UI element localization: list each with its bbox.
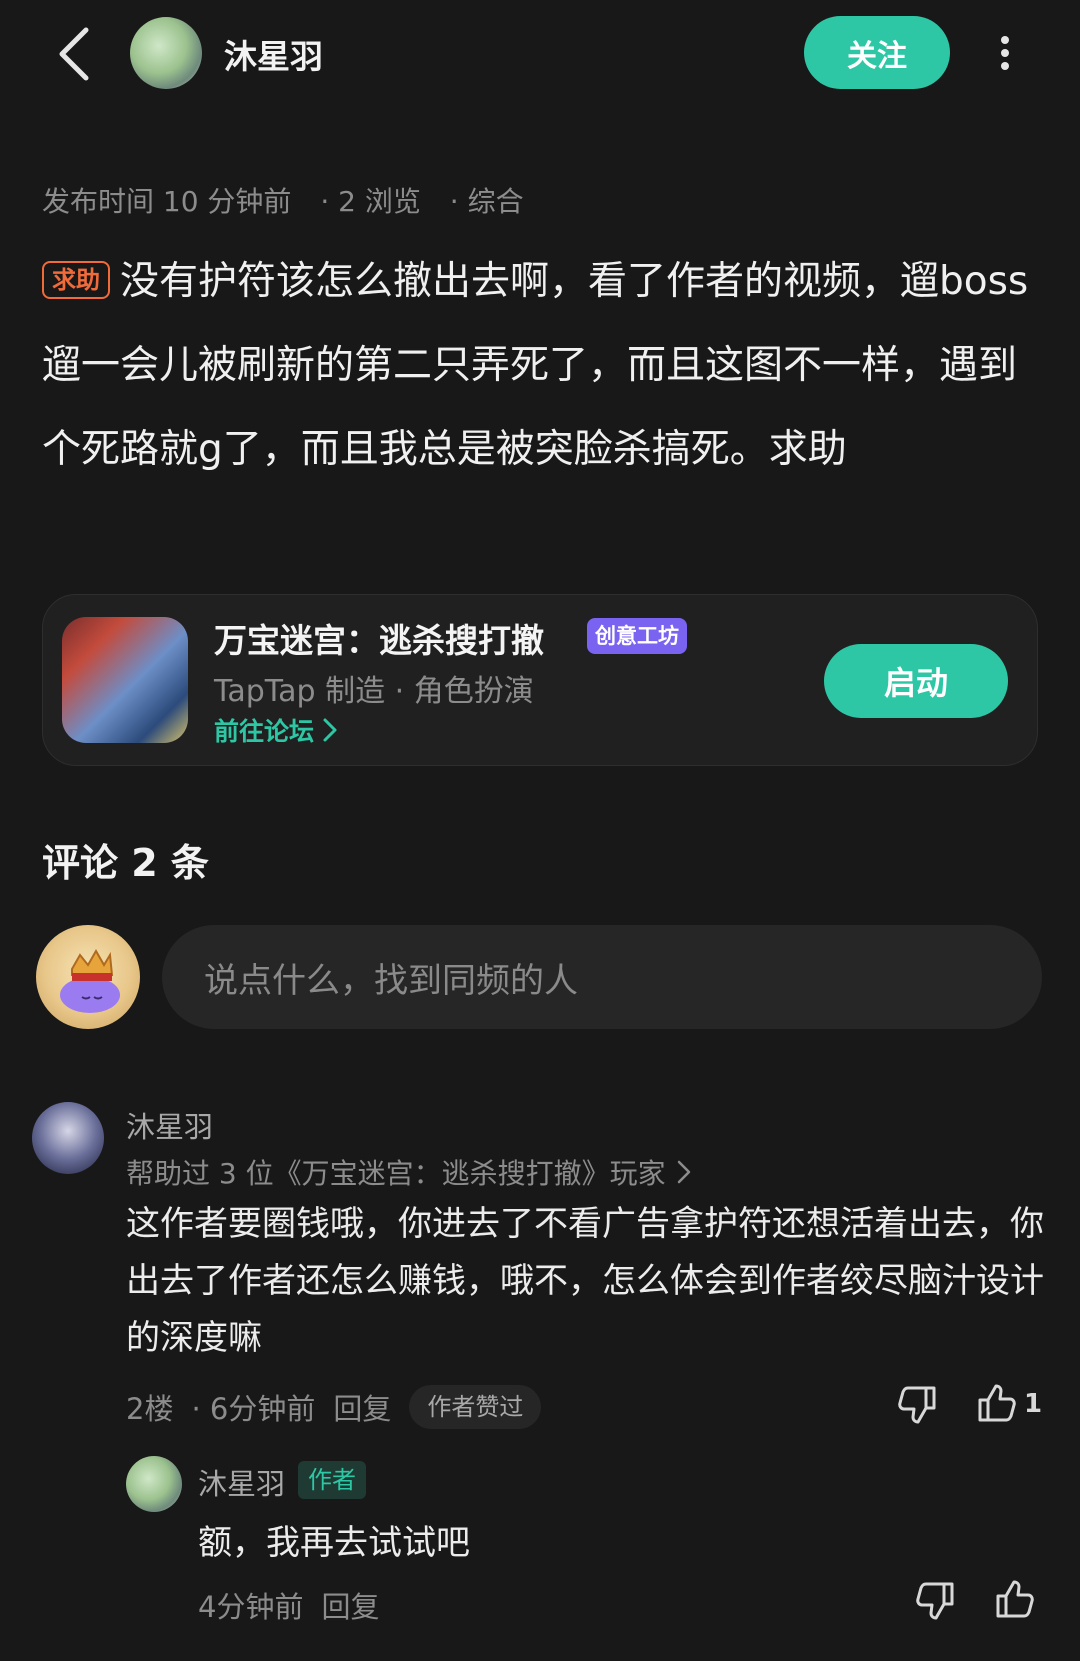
reply-time: 4分钟前 <box>198 1590 304 1624</box>
reply-like-button[interactable] <box>992 1576 1038 1622</box>
commenter-avatar[interactable] <box>32 1102 104 1174</box>
reply-dislike-button[interactable] <box>912 1578 958 1624</box>
view-count: · 2 浏览 <box>320 185 421 218</box>
more-vertical-icon <box>1001 36 1009 44</box>
dislike-button[interactable] <box>894 1382 940 1428</box>
comments-title: 评论 2 条 <box>42 841 209 885</box>
comment-floor: 2楼 <box>126 1392 174 1426</box>
back-button[interactable] <box>52 22 102 86</box>
comment-time: · 6分钟前 <box>191 1392 316 1426</box>
follow-button[interactable]: 关注 <box>804 16 950 89</box>
author-name[interactable]: 沐星羽 <box>224 30 323 78</box>
more-button[interactable] <box>985 28 1025 78</box>
thumbs-down-icon <box>916 1582 954 1620</box>
my-avatar[interactable] <box>36 925 140 1029</box>
like-count: 1 <box>1024 1389 1043 1419</box>
forum-link[interactable]: 前往论坛 <box>214 712 338 748</box>
reply-reply-button[interactable]: 回复 <box>321 1584 379 1626</box>
post-content: 求助 没有护符该怎么撤出去啊，看了作者的视频，遛boss遛一会儿被刷新的第二只弄死… <box>42 240 1042 492</box>
thumbs-up-icon <box>996 1580 1034 1618</box>
game-title[interactable]: 万宝迷宫：逃杀搜打撤 <box>214 614 544 662</box>
help-tag[interactable]: 求助 <box>42 261 110 299</box>
helped-players-link[interactable]: 帮助过 3 位《万宝迷宫：逃杀搜打撤》玩家 <box>126 1152 692 1192</box>
crown-slime-icon <box>60 948 120 1013</box>
comment-text: 这作者要圈钱哦，你进去了不看广告拿护符还想活着出去，你出去了作者还怎么赚钱，哦不… <box>126 1204 1044 1358</box>
chevron-right-icon <box>323 718 337 742</box>
reply-avatar[interactable] <box>126 1456 182 1512</box>
post-meta: 发布时间 10 分钟前 · 2 浏览 · 综合 <box>42 180 544 220</box>
thumbs-down-icon <box>898 1386 936 1424</box>
reply-button[interactable]: 回复 <box>333 1386 391 1428</box>
reply-text: 额，我再去试试吧 <box>198 1523 470 1563</box>
creative-workshop-badge: 创意工坊 <box>587 618 687 654</box>
author-badge: 作者 <box>298 1461 366 1499</box>
comment-input[interactable]: 说点什么，找到同频的人 <box>162 925 1042 1029</box>
game-subtitle: TapTap 制造 · 角色扮演 <box>214 674 534 709</box>
reply-author-name[interactable]: 沐星羽 <box>198 1461 285 1503</box>
like-button[interactable] <box>974 1380 1020 1426</box>
chevron-left-icon <box>59 27 89 81</box>
reply-meta: 4分钟前 回复 <box>198 1584 379 1626</box>
commenter-name[interactable]: 沐星羽 <box>126 1104 213 1146</box>
helped-players-label: 帮助过 3 位《万宝迷宫：逃杀搜打撤》玩家 <box>126 1157 666 1190</box>
chevron-right-icon <box>677 1160 690 1184</box>
game-icon[interactable] <box>62 617 188 743</box>
comment-meta: 2楼 · 6分钟前 回复 作者赞过 <box>126 1385 542 1429</box>
thumbs-up-icon <box>978 1384 1016 1422</box>
author-liked-badge: 作者赞过 <box>409 1385 542 1429</box>
launch-button[interactable]: 启动 <box>824 644 1008 718</box>
forum-link-label: 前往论坛 <box>214 717 315 746</box>
publish-time: 发布时间 10 分钟前 <box>42 185 292 218</box>
post-category: · 综合 <box>449 185 524 218</box>
author-avatar[interactable] <box>130 17 202 89</box>
post-text: 没有护符该怎么撤出去啊，看了作者的视频，遛boss遛一会儿被刷新的第二只弄死了，… <box>42 259 1029 472</box>
